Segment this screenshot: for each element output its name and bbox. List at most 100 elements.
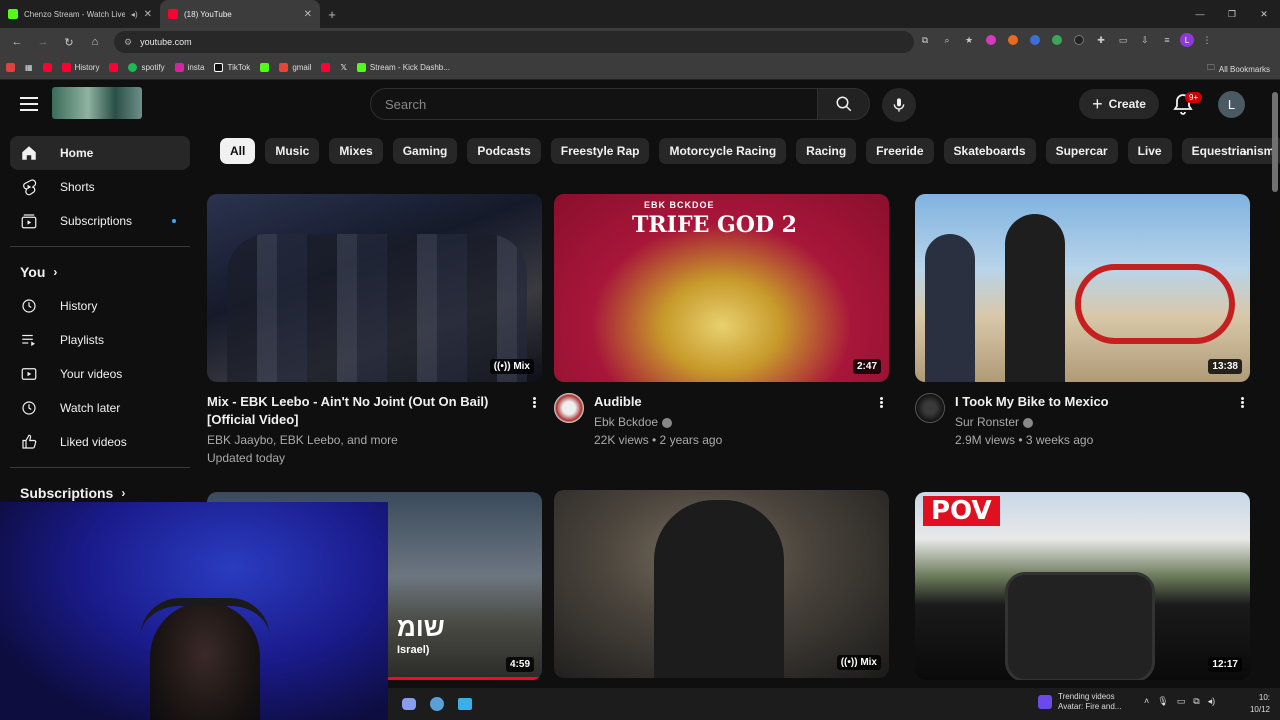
video-thumbnail[interactable]: EBK BCKDOE TRIFE GOD 2 2:47 bbox=[554, 194, 889, 382]
create-button[interactable]: + Create bbox=[1079, 89, 1159, 119]
tray-chevron-icon[interactable]: ˄ bbox=[1144, 696, 1149, 707]
chip-motorcycle-racing[interactable]: Motorcycle Racing bbox=[659, 138, 787, 164]
chip-skateboards[interactable]: Skateboards bbox=[943, 138, 1036, 164]
video-thumbnail[interactable]: POV 12:17 bbox=[915, 492, 1250, 680]
restore-icon[interactable]: ❐ bbox=[1216, 0, 1248, 28]
menu-dots-icon[interactable]: ⋮ bbox=[1198, 31, 1216, 49]
url-text[interactable]: youtube.com bbox=[140, 37, 192, 47]
browser-tab-kick[interactable]: Chenzo Stream - Watch Live ◂) ✕ bbox=[0, 0, 160, 28]
chip-freestyle-rap[interactable]: Freestyle Rap bbox=[550, 138, 650, 164]
video-thumbnail[interactable]: ((•)) Mix bbox=[207, 194, 542, 382]
bookmark-item[interactable] bbox=[6, 63, 15, 72]
tray-display-icon[interactable]: ▭ bbox=[1177, 696, 1186, 707]
channel-avatar[interactable] bbox=[915, 393, 945, 423]
sidebar-item-home[interactable]: Home bbox=[10, 136, 190, 170]
forward-icon[interactable]: → bbox=[32, 31, 54, 53]
sidebar-you-heading[interactable]: You › bbox=[10, 255, 190, 289]
omnibox[interactable]: ⚙ youtube.com bbox=[114, 31, 914, 53]
bookmark-item[interactable]: gmail bbox=[279, 63, 311, 72]
chip-gaming[interactable]: Gaming bbox=[392, 138, 458, 164]
video-title[interactable]: I Took My Bike to Mexico bbox=[955, 393, 1226, 411]
browser-tab-youtube[interactable]: (18) YouTube ✕ bbox=[160, 0, 320, 28]
browser-profile-avatar[interactable]: L bbox=[1180, 33, 1194, 47]
minimize-icon[interactable]: — bbox=[1184, 0, 1216, 28]
app-icon[interactable] bbox=[454, 693, 476, 715]
bookmark-star-icon[interactable]: ★ bbox=[960, 31, 978, 49]
chip-mixes[interactable]: Mixes bbox=[329, 138, 383, 164]
video-channels[interactable]: EBK Jaaybo, EBK Leebo, and more bbox=[207, 431, 518, 449]
bookmark-item[interactable] bbox=[260, 63, 270, 72]
sidebar-item-subscriptions[interactable]: Subscriptions bbox=[10, 204, 190, 238]
cast-icon[interactable]: ⧉ bbox=[916, 31, 934, 49]
more-actions-icon[interactable] bbox=[526, 393, 542, 411]
tray-network-icon[interactable]: ⧉ bbox=[1193, 696, 1199, 707]
download-icon[interactable]: ⇩ bbox=[1136, 31, 1154, 49]
bookmark-item[interactable]: History bbox=[61, 63, 99, 72]
video-thumbnail[interactable]: ((•)) Mix bbox=[554, 490, 889, 678]
scrollbar-thumb[interactable] bbox=[1272, 92, 1278, 192]
video-title[interactable]: Audible bbox=[594, 393, 865, 411]
channel-avatar[interactable] bbox=[554, 393, 584, 423]
video-card[interactable]: ((•)) Mix Mix - EBK Leebo - Ain't No Joi… bbox=[207, 194, 542, 467]
bookmark-item[interactable]: 𝕏 bbox=[340, 63, 346, 72]
bookmark-item[interactable]: TikTok bbox=[214, 63, 250, 72]
close-tab-icon[interactable]: ✕ bbox=[144, 9, 152, 20]
sidepanel-icon[interactable]: ▭ bbox=[1114, 31, 1132, 49]
bookmark-item[interactable]: spotify bbox=[128, 63, 165, 72]
page-scrollbar[interactable] bbox=[1272, 82, 1278, 682]
tray-mic-icon[interactable]: 🎙 bbox=[1157, 696, 1168, 707]
chip-racing[interactable]: Racing bbox=[796, 138, 857, 164]
youtube-logo[interactable] bbox=[52, 87, 142, 119]
sidebar-item-shorts[interactable]: Shorts bbox=[10, 170, 190, 204]
sidebar-item-watch-later[interactable]: Watch later bbox=[10, 391, 190, 425]
bookmark-item[interactable] bbox=[109, 63, 119, 72]
menu-hamburger-icon[interactable] bbox=[20, 95, 38, 113]
trending-widget[interactable]: Trending videos Avatar: Fire and... bbox=[1038, 692, 1121, 712]
reload-icon[interactable]: ↻ bbox=[58, 31, 80, 53]
video-card[interactable]: ((•)) Mix bbox=[554, 490, 889, 678]
extension-icon[interactable] bbox=[1026, 31, 1044, 49]
sidebar-item-your-videos[interactable]: Your videos bbox=[10, 357, 190, 391]
chip-live[interactable]: Live bbox=[1127, 138, 1172, 164]
sidebar-item-history[interactable]: History bbox=[10, 289, 190, 323]
extension-icon[interactable] bbox=[1048, 31, 1066, 49]
chip-supercar[interactable]: Supercar bbox=[1045, 138, 1118, 164]
back-icon[interactable]: ← bbox=[6, 31, 28, 53]
close-tab-icon[interactable]: ✕ bbox=[304, 9, 312, 20]
more-actions-icon[interactable] bbox=[1234, 393, 1250, 411]
search-box[interactable] bbox=[370, 88, 818, 120]
tray-volume-icon[interactable]: ◂) bbox=[1208, 696, 1216, 707]
chip-podcasts[interactable]: Podcasts bbox=[467, 138, 541, 164]
discord-icon[interactable] bbox=[398, 693, 420, 715]
video-thumbnail[interactable]: 13:38 bbox=[915, 194, 1250, 382]
all-bookmarks[interactable]: 🗀 All Bookmarks bbox=[1207, 62, 1270, 76]
extension-icon[interactable] bbox=[982, 31, 1000, 49]
chip-music[interactable]: Music bbox=[265, 138, 320, 164]
chip-equestrianism[interactable]: Equestrianism bbox=[1181, 138, 1280, 164]
steam-icon[interactable] bbox=[426, 693, 448, 715]
account-avatar[interactable]: L bbox=[1218, 91, 1245, 118]
sidebar-item-playlists[interactable]: Playlists bbox=[10, 323, 190, 357]
video-card[interactable]: EBK BCKDOE TRIFE GOD 2 2:47 Audible Ebk … bbox=[554, 194, 889, 449]
video-card[interactable]: POV 12:17 bbox=[915, 492, 1250, 680]
home-browser-icon[interactable]: ⌂ bbox=[84, 31, 106, 53]
chips-next-chevron-icon[interactable]: › bbox=[1232, 138, 1258, 164]
video-card[interactable]: 13:38 I Took My Bike to Mexico Sur Ronst… bbox=[915, 194, 1250, 449]
bookmark-item[interactable]: insta bbox=[174, 63, 204, 72]
search-input[interactable] bbox=[385, 96, 817, 112]
search-button[interactable] bbox=[817, 88, 870, 120]
sidebar-item-liked-videos[interactable]: Liked videos bbox=[10, 425, 190, 459]
extension-icon[interactable] bbox=[1070, 31, 1088, 49]
extension-icon[interactable] bbox=[1004, 31, 1022, 49]
channel-name[interactable]: Ebk Bckdoe bbox=[594, 415, 658, 429]
audio-icon[interactable]: ◂) bbox=[131, 10, 138, 19]
chip-all[interactable]: All bbox=[220, 138, 256, 164]
site-info-icon[interactable]: ⚙ bbox=[124, 37, 132, 48]
bookmark-item[interactable] bbox=[42, 63, 52, 72]
chip-freeride[interactable]: Freeride bbox=[866, 138, 934, 164]
puzzle-icon[interactable]: ✚ bbox=[1092, 31, 1110, 49]
voice-search-button[interactable] bbox=[882, 88, 916, 122]
more-actions-icon[interactable] bbox=[873, 393, 889, 411]
reading-list-icon[interactable]: ≡ bbox=[1158, 31, 1176, 49]
close-window-icon[interactable]: ✕ bbox=[1248, 0, 1280, 28]
